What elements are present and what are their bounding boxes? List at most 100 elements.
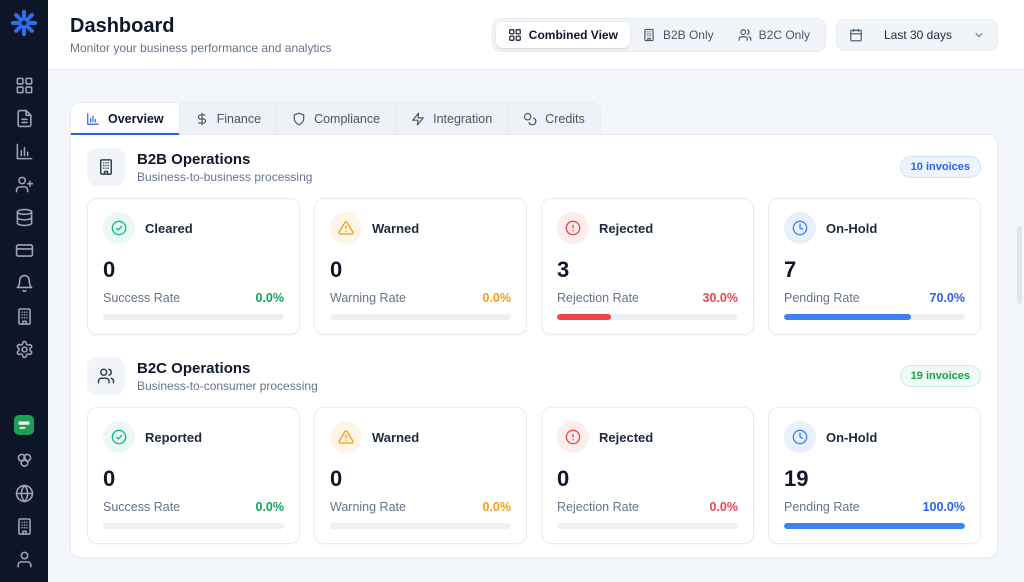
stat-card-header: Rejected: [557, 421, 738, 453]
stat-value: 0: [103, 466, 284, 492]
tab-overview[interactable]: Overview: [71, 103, 180, 135]
sidebar-item-user[interactable]: [8, 548, 40, 570]
dollar-icon: [195, 112, 209, 126]
progress-bar: [330, 314, 511, 320]
stat-card-cleared: Cleared 0 Success Rate 0.0%: [87, 198, 300, 335]
stat-card-header: Reported: [103, 421, 284, 453]
rate-row: Warning Rate 0.0%: [330, 291, 511, 305]
rate-value: 0.0%: [710, 500, 739, 514]
rate-value: 70.0%: [930, 291, 965, 305]
shield-icon: [292, 112, 306, 126]
tab-integration[interactable]: Integration: [396, 103, 508, 135]
stat-card-header: Cleared: [103, 212, 284, 244]
tab-finance[interactable]: Finance: [180, 103, 277, 135]
stat-card-on-hold: On-Hold 19 Pending Rate 100.0%: [768, 407, 981, 544]
tab-label: Compliance: [314, 112, 380, 126]
stat-value: 0: [330, 257, 511, 283]
building-icon: [15, 517, 34, 536]
stat-card-header: On-Hold: [784, 421, 965, 453]
rate-label: Success Rate: [103, 291, 180, 305]
scrollbar-thumb[interactable]: [1017, 226, 1022, 304]
view-option-combined-view[interactable]: Combined View: [496, 22, 630, 48]
view-option-label: B2C Only: [759, 28, 810, 42]
rate-row: Success Rate 0.0%: [103, 500, 284, 514]
stat-card-header: Warned: [330, 212, 511, 244]
sidebar-item-bar-chart[interactable]: [8, 140, 40, 162]
section-b2c-operations: B2C Operations Business-to-consumer proc…: [87, 357, 981, 544]
alert-circle-icon: [557, 421, 589, 453]
sidebar-item-file-text[interactable]: [8, 107, 40, 129]
progress-fill: [557, 314, 611, 320]
sidebar-item-database[interactable]: [8, 206, 40, 228]
progress-bar: [557, 523, 738, 529]
stat-card-label: Cleared: [145, 221, 193, 236]
chevron-down-icon: [973, 29, 985, 41]
sidebar-item-settings[interactable]: [8, 338, 40, 360]
progress-bar: [557, 314, 738, 320]
page-title: Dashboard: [70, 15, 331, 38]
sidebar-item-building[interactable]: [8, 515, 40, 537]
view-option-b2c-only[interactable]: B2C Only: [726, 22, 822, 48]
globe-icon: [15, 484, 34, 503]
page-header: Dashboard Monitor your business performa…: [48, 0, 1024, 70]
sidebar-item-flag[interactable]: [8, 412, 40, 438]
date-filter-label: Last 30 days: [884, 28, 952, 42]
stat-card-label: Warned: [372, 430, 419, 445]
section-header: B2B Operations Business-to-business proc…: [87, 148, 981, 186]
users-icon: [738, 28, 752, 42]
sidebar-item-layout-grid[interactable]: [8, 74, 40, 96]
stat-value: 3: [557, 257, 738, 283]
sidebar-item-credit-card[interactable]: [8, 239, 40, 261]
stat-card-warned: Warned 0 Warning Rate 0.0%: [314, 198, 527, 335]
section-title: B2C Operations: [137, 360, 318, 377]
rate-value: 0.0%: [256, 291, 285, 305]
sidebar-item-globe[interactable]: [8, 482, 40, 504]
stat-card-label: On-Hold: [826, 430, 877, 445]
clock-icon: [784, 421, 816, 453]
content-area: Overview Finance Compliance Integration Cred…: [48, 70, 1024, 582]
app-logo[interactable]: [0, 0, 48, 48]
page-subtitle: Monitor your business performance and an…: [70, 41, 331, 55]
users-icon: [87, 357, 125, 395]
stat-card-rejected: Rejected 3 Rejection Rate 30.0%: [541, 198, 754, 335]
sidebar-item-user-plus[interactable]: [8, 173, 40, 195]
sidebar-item-building[interactable]: [8, 305, 40, 327]
rate-value: 0.0%: [483, 291, 512, 305]
rate-row: Success Rate 0.0%: [103, 291, 284, 305]
rate-value: 0.0%: [256, 500, 285, 514]
view-option-b2b-only[interactable]: B2B Only: [630, 22, 726, 48]
building-icon: [87, 148, 125, 186]
settings-icon: [15, 340, 34, 359]
date-filter-button[interactable]: Last 30 days: [836, 19, 998, 51]
app-root: Dashboard Monitor your business performa…: [0, 0, 1024, 582]
rate-label: Warning Rate: [330, 291, 406, 305]
section-subtitle: Business-to-consumer processing: [137, 379, 318, 393]
stat-card-label: Rejected: [599, 430, 653, 445]
progress-fill: [784, 314, 911, 320]
stat-cards-row: Cleared 0 Success Rate 0.0% Warned 0 War…: [87, 198, 981, 335]
clock-icon: [784, 212, 816, 244]
sidebar-item-coins[interactable]: [8, 449, 40, 471]
view-toggle-group: Combined ViewB2B Only B2C Only: [492, 18, 826, 52]
rate-label: Success Rate: [103, 500, 180, 514]
alert-circle-icon: [557, 212, 589, 244]
stat-card-header: On-Hold: [784, 212, 965, 244]
tab-compliance[interactable]: Compliance: [277, 103, 396, 135]
alert-triangle-icon: [330, 421, 362, 453]
check-circle-icon: [103, 421, 135, 453]
tab-credits[interactable]: Credits: [508, 103, 600, 135]
progress-bar: [330, 523, 511, 529]
tab-label: Integration: [433, 112, 492, 126]
tab-label: Overview: [108, 112, 164, 126]
tab-bar: Overview Finance Compliance Integration Cred…: [70, 102, 601, 135]
sidebar-item-bell[interactable]: [8, 272, 40, 294]
section-header: B2C Operations Business-to-consumer proc…: [87, 357, 981, 395]
stat-card-on-hold: On-Hold 7 Pending Rate 70.0%: [768, 198, 981, 335]
rate-value: 0.0%: [483, 500, 512, 514]
building-icon: [642, 28, 656, 42]
stat-card-header: Rejected: [557, 212, 738, 244]
main-area: Dashboard Monitor your business performa…: [48, 0, 1024, 582]
bar-chart-icon: [86, 112, 100, 126]
progress-bar: [784, 523, 965, 529]
rate-value: 100.0%: [923, 500, 965, 514]
